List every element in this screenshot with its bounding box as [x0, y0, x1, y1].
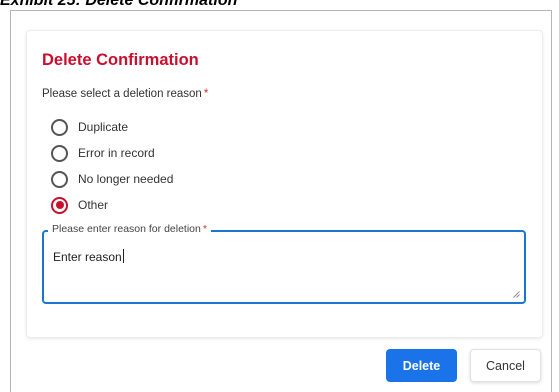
textarea-label: Please enter reason for deletion *: [48, 223, 211, 235]
radio-button[interactable]: [51, 170, 68, 188]
radio-option-error-in-record[interactable]: Error in record: [51, 140, 173, 166]
required-marker: *: [203, 88, 209, 100]
delete-button[interactable]: Delete: [386, 349, 457, 382]
deletion-reason-label-text: Please select a deletion reason: [42, 88, 202, 100]
dialog-title: Delete Confirmation: [42, 51, 199, 69]
radio-option-label: Duplicate: [78, 120, 129, 134]
deletion-reason-radio-group: Duplicate Error in record No longer need…: [51, 114, 173, 218]
cancel-button[interactable]: Cancel: [470, 349, 541, 382]
resize-handle-icon[interactable]: [513, 291, 520, 298]
radio-option-label: No longer needed: [78, 172, 174, 186]
radio-option-label: Error in record: [78, 146, 155, 160]
radio-button[interactable]: [51, 118, 68, 136]
textarea-text: Enter reason: [53, 250, 122, 264]
textarea-label-text: Please enter reason for deletion: [52, 223, 201, 235]
radio-option-other[interactable]: Other: [51, 192, 173, 218]
radio-option-duplicate[interactable]: Duplicate: [51, 114, 173, 140]
deletion-reason-label: Please select a deletion reason *: [42, 88, 208, 100]
text-caret: [122, 249, 124, 263]
delete-confirmation-dialog: Delete Confirmation Please select a dele…: [27, 31, 542, 337]
exhibit-title: Exhibit 25: Delete Confirmation: [0, 0, 238, 9]
deletion-reason-textarea[interactable]: Please enter reason for deletion * Enter …: [42, 223, 526, 304]
radio-option-label: Other: [78, 198, 109, 212]
radio-button[interactable]: [51, 144, 68, 162]
radio-button-selected[interactable]: [51, 196, 68, 214]
radio-option-no-longer-needed[interactable]: No longer needed: [51, 166, 173, 192]
required-marker: *: [202, 223, 207, 235]
textarea-value[interactable]: Enter reason: [53, 249, 124, 264]
